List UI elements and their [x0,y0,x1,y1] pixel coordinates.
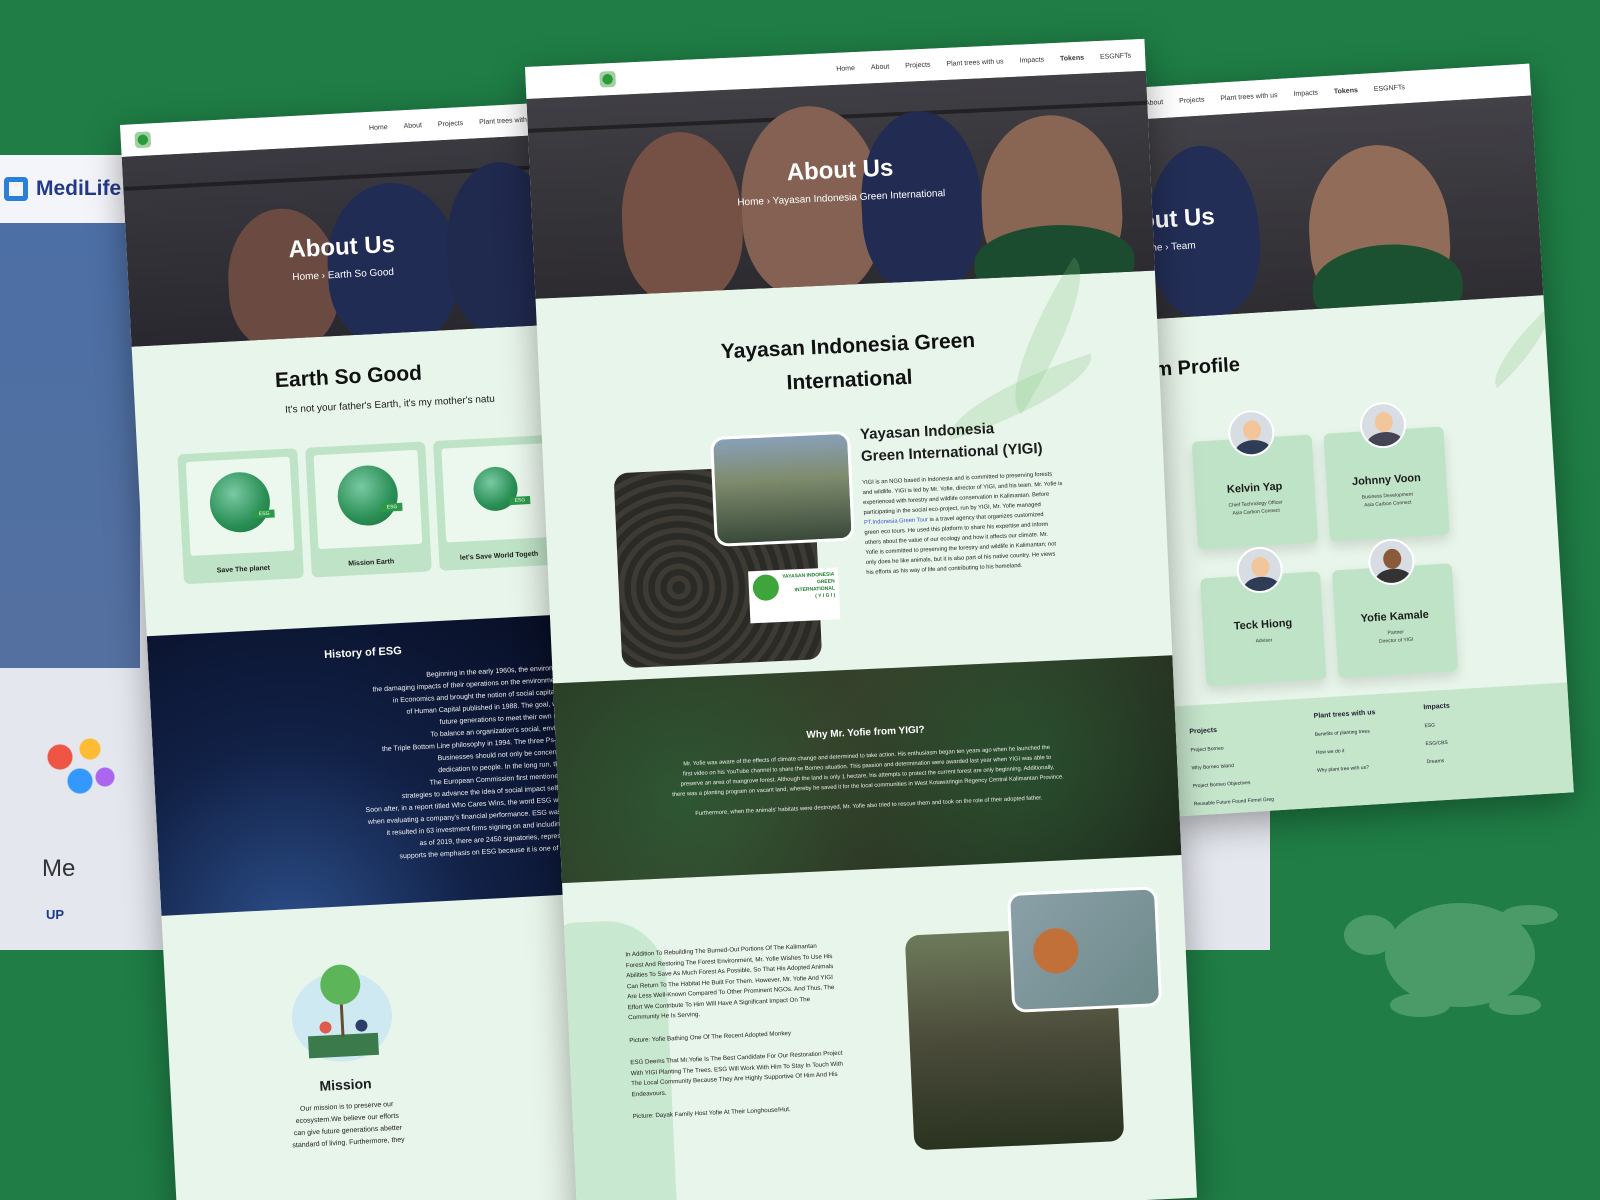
footer-link[interactable]: Why plant tree with us? [1316,758,1379,780]
nav-impacts[interactable]: Impacts [1293,89,1318,97]
breadcrumb-home[interactable]: Home [737,196,764,208]
team-group-photo [709,430,855,547]
card-save-planet[interactable]: ESG Save The planet [177,448,304,585]
avatar [1358,400,1408,450]
nav-about[interactable]: About [871,63,890,71]
mission-text: Our mission is to preserve our ecosystem.… [262,1097,434,1154]
card-label: let's Save World Togeth [459,550,539,562]
history-section: History of ESG Beginning in the early 19… [146,613,607,916]
yigi-title: Yayasan Indonesia Green International (YI… [859,420,1043,466]
team-page: About Projects Plant trees with us Impac… [1130,63,1574,817]
nav-esgnfts[interactable]: ESGNFTs [1100,52,1131,60]
nav-about[interactable]: About [1145,99,1164,107]
yigi-logo: YAYASAN INDONESIA GREEN INTERNATIONAL( Y … [748,567,841,624]
medilife-brand[interactable]: MediLife [36,177,121,201]
nav-home[interactable]: Home [369,123,388,131]
yigi-description: YIGI is an NGO based in Indonesia and is… [862,471,1063,577]
esg-tag: ESG [381,502,403,512]
member-role: Chief Technology Officer Asia Carbon Conn… [1228,499,1283,517]
nav-about[interactable]: About [403,122,422,130]
nav-projects[interactable]: Projects [905,61,931,69]
avatar [1226,408,1276,458]
team-card[interactable]: Kelvin Yap Chief Technology Officer Asia … [1191,408,1319,550]
team-card[interactable]: Johnny Voon Business Development Asia Car… [1323,400,1450,542]
nav-plant[interactable]: Plant trees with us [946,58,1003,68]
card-label: Save The planet [216,564,271,575]
footer-link[interactable]: ESG [1424,716,1452,736]
nav-tokens[interactable]: Tokens [1334,87,1358,95]
card-save-world[interactable]: ESG let's Save World Togeth [432,434,560,571]
breadcrumb-current: Team [1170,240,1196,253]
showcase-canvas: MediLife Me UP Home About Projects Plant… [0,0,1600,1200]
member-name: Yofie Kamale [1360,608,1430,625]
nav-impacts[interactable]: Impacts [1019,56,1044,64]
esg-logo-icon[interactable] [134,131,152,149]
story-text: In Addition To Rebuilding The Burned-Out… [625,939,893,1123]
esg-tag: ESG [253,509,275,519]
hero-banner: About Us Home › Team [1131,95,1544,320]
earth-section: Earth So Good It's not your father's Ear… [132,324,577,636]
medilife-hero [0,223,140,668]
yigi-page: Home About Projects Plant trees with us … [525,38,1197,1200]
hero-banner: About Us Home › Earth So Good [121,134,562,347]
section-title: Earth So Good [274,361,423,393]
medilife-subheading: UP [46,907,65,922]
nav-projects[interactable]: Projects [1179,96,1205,105]
history-text: Beginning in the early 1960s, the enviro… [219,656,607,872]
member-name: Johnny Voon [1351,471,1422,489]
pills-image [30,725,130,805]
member-role: Business Development Asia Carbon Connect [1361,491,1414,509]
footer-heading: Impacts [1423,702,1451,712]
medical-cross-icon [4,177,28,201]
team-card[interactable]: Teck Hiong Advisor [1200,545,1327,687]
section-title: Yayasan Indonesia Green International [720,328,976,395]
footer-impacts: Impacts ESG ESG/CBS Dreams [1423,698,1454,771]
mission-illustration [291,964,392,1062]
footer-link[interactable]: Dreams [1426,752,1454,772]
team-section: am Profile Kelvin Yap Chief Technology O… [1130,295,1567,709]
team-card[interactable]: Yofie Kamale Partner Director of YIGI [1331,537,1459,679]
footer-link[interactable]: Benefits of planting trees [1314,722,1377,744]
medilife-heading: Me [42,855,76,882]
footer-plant: Plant trees with us Benefits of planting… [1313,704,1379,780]
tagline: It's not your father's Earth, it's my mo… [284,393,496,416]
nav-projects[interactable]: Projects [438,120,464,128]
esg-logo-icon[interactable] [599,70,616,88]
monkey-photo [1006,886,1163,1013]
breadcrumb-home[interactable]: Home [292,271,319,283]
nav-esgnfts[interactable]: ESGNFTs [1374,84,1405,93]
story-section: In Addition To Rebuilding The Burned-Out… [553,855,1196,1200]
nav-tokens[interactable]: Tokens [1060,54,1084,62]
esg-tag: ESG [509,496,531,506]
nav-home[interactable]: Home [836,65,855,73]
member-role: Advisor [1255,637,1273,645]
why-section: Why Mr. Yofie from YIGI? Mr. Yofie was a… [552,655,1182,884]
member-role: Partner Director of YIGI [1378,629,1414,645]
nav-plant[interactable]: Plant trees with us [1220,92,1278,102]
footer-projects: Projects Project Borneo Why Borneo Islan… [1189,719,1276,817]
mission-section: Mission Our mission is to preserve our ec… [161,893,606,1200]
avatar [1235,545,1285,595]
yigi-section: Yayasan Indonesia Green International YAY… [536,257,1173,684]
mission-title: Mission [319,1075,372,1094]
member-name: Kelvin Yap [1226,480,1283,496]
hero-banner: About Us Home › Yayasan Indonesia Green … [526,70,1155,299]
footer-link[interactable]: ESG/CBS [1425,734,1453,754]
card-mission-earth[interactable]: ESG Mission Earth [305,441,432,578]
turtle-icon [1344,903,1558,1017]
member-name: Teck Hiong [1233,617,1293,633]
footer: Projects Project Borneo Why Borneo Islan… [1167,682,1574,817]
card-label: Mission Earth [348,558,395,568]
avatar [1367,537,1416,587]
